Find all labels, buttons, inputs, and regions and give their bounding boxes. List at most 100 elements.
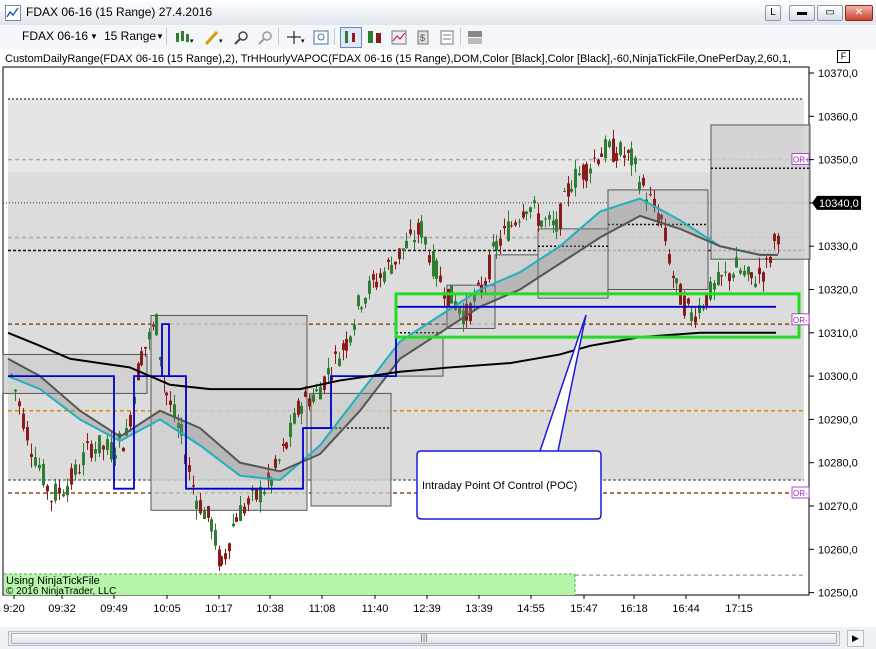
scroll-thumb[interactable]: |||	[11, 632, 837, 644]
candle-body	[413, 239, 416, 243]
candle-body	[717, 271, 720, 285]
x-axis-label: 10:38	[256, 603, 284, 615]
candle-body	[192, 485, 195, 487]
axis-format-button[interactable]: F	[837, 50, 850, 63]
candle-body	[720, 275, 723, 277]
instrument-selector[interactable]: FDAX 06-16 ▼	[18, 28, 100, 45]
price-chart[interactable]: OR+ OR- OR- 10370,0 10360,0 10350,0 10340,0 10…	[0, 49, 876, 627]
toolbar-separator	[460, 28, 461, 45]
candle-body	[243, 506, 246, 514]
candle-body	[308, 398, 311, 407]
x-axis-label: 10:05	[153, 603, 181, 615]
link-button[interactable]: L	[765, 5, 781, 21]
candle-body	[86, 441, 89, 443]
candle-body	[713, 283, 716, 290]
scroll-right-arrow[interactable]: ▶	[847, 630, 864, 647]
candle-body	[630, 148, 633, 166]
candle-body	[360, 307, 363, 310]
zoom-out-icon[interactable]	[254, 27, 276, 48]
candle-body	[495, 240, 498, 251]
magnifier-icon[interactable]	[310, 27, 332, 48]
x-axis-label: 14:55	[517, 603, 545, 615]
minimize-button[interactable]: ▬	[789, 5, 815, 21]
candle-body	[619, 142, 622, 156]
candle-body	[263, 491, 266, 494]
candle-body	[672, 275, 675, 278]
candle-body	[593, 157, 596, 159]
toolbar-separator	[278, 28, 279, 45]
candle-body	[555, 219, 558, 232]
y-axis-label: 10300,0	[818, 371, 858, 383]
chart-toolbar: FDAX 06-16 ▼ 15 Range ▼ ▾ ▾ ▾ $	[0, 25, 876, 50]
candle-body	[207, 506, 210, 518]
candle-body	[439, 275, 442, 282]
candle-body	[129, 414, 132, 427]
candle-body	[22, 413, 25, 429]
title-bar[interactable]: FDAX 06-16 (15 Range) 27.4.2016 L ▬ ▭ ✕	[0, 0, 876, 26]
x-axis-label: 16:44	[672, 603, 700, 615]
candle-body	[368, 280, 371, 294]
candle-body	[402, 248, 405, 252]
properties-icon[interactable]	[388, 27, 410, 48]
candle-body	[627, 150, 630, 153]
candle-body	[289, 422, 292, 438]
candle-body	[747, 266, 750, 275]
candle-body	[683, 295, 686, 316]
close-button[interactable]: ✕	[845, 5, 873, 21]
footer-line2: © 2016 NinjaTrader, LLC	[6, 586, 116, 597]
data-box-icon[interactable]	[340, 27, 362, 48]
candle-body	[232, 523, 235, 527]
bar-type-icon[interactable]: ▾	[172, 27, 194, 48]
candle-body	[285, 442, 288, 449]
pencil-icon[interactable]: ▾	[202, 27, 224, 48]
candle-body	[106, 439, 109, 450]
candle-body	[82, 452, 85, 466]
candle-body	[199, 500, 202, 514]
candle-body	[214, 530, 217, 546]
candle-body	[758, 267, 761, 275]
maximize-button[interactable]: ▭	[817, 5, 843, 21]
svg-text:▾: ▾	[190, 38, 194, 45]
candle-body	[297, 400, 300, 415]
or-label: OR-	[793, 489, 808, 498]
instrument-label: FDAX 06-16	[22, 29, 89, 43]
poc-annotation-text: Intraday Point Of Control (POC)	[422, 480, 577, 492]
candle-body	[574, 168, 577, 188]
candle-body	[345, 338, 348, 351]
candle-body	[50, 501, 53, 503]
candle-body	[548, 215, 551, 220]
candle-body	[769, 256, 772, 263]
strategy-icon[interactable]: $	[412, 27, 434, 48]
candle-body	[58, 487, 61, 493]
x-axis-label: 10:17	[205, 603, 233, 615]
or-label: OR-	[793, 316, 808, 325]
candle-body	[195, 500, 198, 509]
candle-body	[750, 272, 753, 279]
chart-canvas[interactable]: OR+ OR- OR- 10370,0 10360,0 10350,0 10340,0 10…	[0, 49, 876, 627]
crosshair-icon[interactable]: ▾	[284, 27, 306, 48]
chevron-down-icon: ▼	[90, 32, 98, 41]
interval-label: 15 Range	[104, 29, 157, 43]
candle-body	[488, 254, 491, 280]
scroll-track[interactable]: |||	[8, 631, 840, 646]
hourly-range-box	[710, 124, 811, 260]
x-axis-label: 12:39	[413, 603, 441, 615]
candle-body	[312, 394, 315, 402]
candle-body	[499, 238, 502, 246]
chart-style-icon[interactable]	[364, 27, 386, 48]
candle-body	[353, 324, 356, 330]
candle-body	[435, 260, 438, 279]
candle-body	[169, 400, 172, 405]
candle-body	[544, 218, 547, 220]
interval-selector[interactable]: 15 Range ▼	[100, 28, 170, 45]
candle-body	[74, 464, 77, 475]
candle-body	[228, 543, 231, 552]
panel-icon[interactable]	[464, 27, 486, 48]
daily-range-upper	[8, 98, 804, 173]
candle-body	[668, 253, 671, 264]
zoom-in-icon[interactable]	[230, 27, 252, 48]
indicators-icon[interactable]	[436, 27, 458, 48]
horizontal-scrollbar[interactable]: ||| ▶	[0, 627, 876, 649]
svg-text:▾: ▾	[219, 38, 223, 45]
candle-body	[383, 271, 386, 282]
